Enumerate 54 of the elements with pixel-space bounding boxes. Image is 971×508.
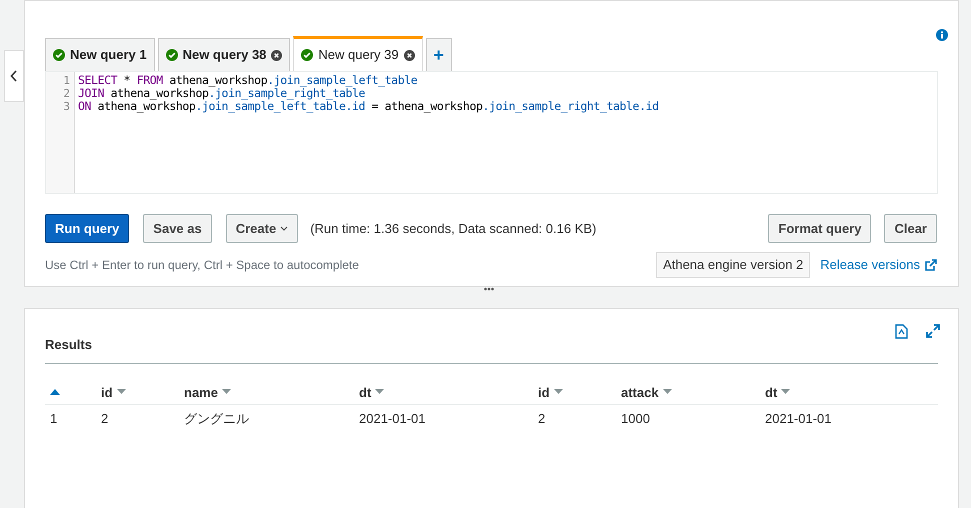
- external-link-icon: [925, 258, 937, 271]
- line-number: 1: [63, 74, 70, 87]
- add-tab-button[interactable]: +: [426, 38, 452, 71]
- column-header[interactable]: id: [538, 382, 550, 402]
- sort-caret-icon[interactable]: [554, 389, 563, 396]
- sort-caret-icon[interactable]: [116, 389, 126, 396]
- shortcut-hint: Use Ctrl + Enter to run query, Ctrl + Space to autocomplete: [45, 256, 359, 274]
- column-header[interactable]: attack: [621, 382, 659, 402]
- tab-label: New query 1: [70, 46, 147, 64]
- query-tab[interactable]: New query 1: [45, 38, 155, 71]
- table-cell: 1: [50, 410, 58, 426]
- sort-caret-icon[interactable]: [781, 389, 790, 396]
- run-query-button[interactable]: Run query: [45, 214, 130, 243]
- sort-ascending-icon[interactable]: [50, 389, 60, 396]
- code-line: SELECT * FROM athena_workshop.join_sample_left_table: [78, 74, 418, 87]
- table-cell: 2021-01-01: [359, 410, 426, 426]
- resize-handle-icon[interactable]: [484, 287, 494, 291]
- line-number: 2: [63, 87, 70, 100]
- release-versions-link[interactable]: Release versions: [820, 255, 937, 274]
- download-file-icon[interactable]: [895, 324, 908, 339]
- expand-icon[interactable]: [926, 324, 940, 338]
- table-cell: 1000: [621, 410, 650, 426]
- line-number: 3: [63, 100, 70, 113]
- save-as-button[interactable]: Save as: [143, 214, 212, 243]
- table-cell: 2: [101, 410, 108, 426]
- column-header[interactable]: dt: [359, 382, 372, 402]
- close-icon[interactable]: [271, 50, 282, 60]
- code-editor[interactable]: 1 2 3 SELECT * FROM athena_workshop.join_sample_left_table JOIN athena_workshop.join_sample_right_table ON athena_workshop.join_sample_left_table.id = athena_workshop.join_sample_right_table.id: [45, 71, 938, 194]
- query-tab[interactable]: New query 38: [158, 38, 290, 71]
- table-cell: 2: [538, 410, 546, 426]
- tab-label: New query 38: [182, 46, 266, 64]
- create-dropdown[interactable]: Create: [226, 214, 298, 243]
- sort-caret-icon[interactable]: [375, 389, 384, 396]
- code-line: ON athena_workshop.join_sample_left_table.id = athena_workshop.join_sample_right_table.id: [78, 100, 659, 113]
- column-header[interactable]: name: [184, 382, 218, 402]
- engine-version-badge: Athena engine version 2: [656, 252, 810, 278]
- tab-label: New query 39: [318, 46, 399, 64]
- column-header[interactable]: dt: [765, 382, 778, 402]
- chevron-left-icon: [10, 70, 18, 82]
- run-info: (Run time: 1.36 seconds, Data scanned: 0.16 KB): [310, 220, 596, 238]
- table-cell: グングニル: [184, 410, 249, 426]
- query-tab[interactable]: New query 39: [293, 36, 423, 71]
- column-header[interactable]: id: [101, 382, 113, 402]
- format-query-button[interactable]: Format query: [768, 214, 872, 243]
- table-cell: 2021-01-01: [765, 410, 832, 426]
- clear-button[interactable]: Clear: [884, 214, 937, 243]
- info-icon[interactable]: [936, 29, 948, 41]
- close-icon[interactable]: [404, 50, 415, 60]
- code-line: JOIN athena_workshop.join_sample_right_table: [78, 87, 366, 100]
- collapse-panel-button[interactable]: [4, 50, 24, 102]
- results-title: Results: [45, 335, 938, 364]
- caret-icon: [280, 226, 288, 231]
- sort-caret-icon[interactable]: [222, 389, 231, 396]
- sort-caret-icon[interactable]: [662, 389, 672, 396]
